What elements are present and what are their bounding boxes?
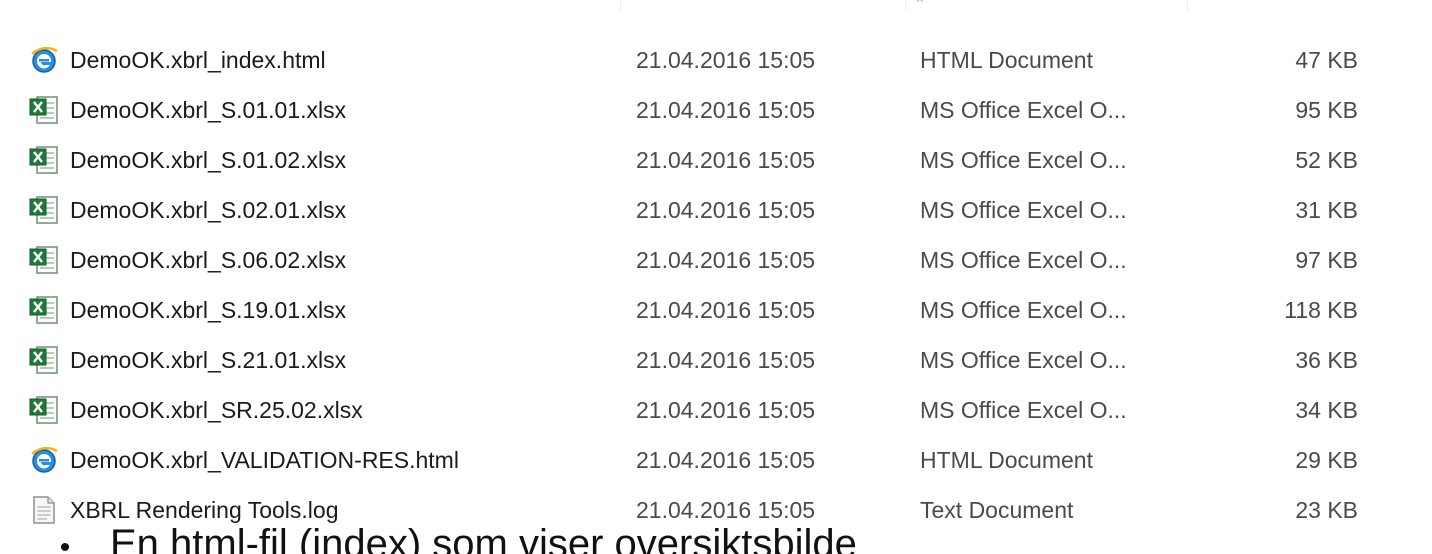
excel-file-icon — [28, 344, 60, 376]
excel-file-icon — [28, 394, 60, 426]
file-row[interactable]: DemoOK.xbrl_S.19.01.xlsx 21.04.2016 15:05… — [0, 285, 1432, 335]
column-header-separator[interactable] — [620, 0, 621, 10]
file-row[interactable]: DemoOK.xbrl_S.01.01.xlsx 21.04.2016 15:05… — [0, 85, 1432, 135]
file-type: MS Office Excel O... — [920, 397, 1127, 423]
file-size: 95 KB — [1295, 97, 1358, 123]
file-type: HTML Document — [920, 47, 1093, 73]
ie-html-icon — [28, 44, 60, 76]
file-size: 23 KB — [1295, 497, 1358, 523]
file-name: DemoOK.xbrl_SR.25.02.xlsx — [70, 397, 363, 423]
file-size: 31 KB — [1295, 197, 1358, 223]
file-name: DemoOK.xbrl_S.02.01.xlsx — [70, 197, 347, 223]
file-row[interactable]: DemoOK.xbrl_S.01.02.xlsx 21.04.2016 15:05… — [0, 135, 1432, 185]
file-date-modified: 21.04.2016 15:05 — [636, 47, 816, 73]
file-explorer-list-view: ^ DemoOK.xbrl_index.html 21.04.2016 15:05… — [0, 0, 1432, 530]
file-type: HTML Document — [920, 447, 1093, 473]
file-name: DemoOK.xbrl_S.21.01.xlsx — [70, 347, 347, 373]
file-type: MS Office Excel O... — [920, 347, 1127, 373]
column-header-strip: ^ — [0, 0, 1432, 10]
excel-file-icon — [28, 244, 60, 276]
file-date-modified: 21.04.2016 15:05 — [636, 247, 816, 273]
file-date-modified: 21.04.2016 15:05 — [636, 397, 816, 423]
file-type: Text Document — [920, 497, 1074, 523]
file-row[interactable]: DemoOK.xbrl_index.html 21.04.2016 15:05 HT… — [0, 35, 1432, 85]
file-row[interactable]: DemoOK.xbrl_S.21.01.xlsx 21.04.2016 15:05… — [0, 335, 1432, 385]
file-date-modified: 21.04.2016 15:05 — [636, 97, 816, 123]
sort-indicator-icon: ^ — [915, 0, 925, 9]
text-file-icon — [28, 494, 60, 526]
file-size: 36 KB — [1295, 347, 1358, 373]
excel-file-icon — [28, 294, 60, 326]
excel-file-icon — [28, 194, 60, 226]
file-size: 34 KB — [1295, 397, 1358, 423]
file-name: DemoOK.xbrl_S.19.01.xlsx — [70, 297, 347, 323]
bullet-point: • — [59, 531, 71, 554]
file-type: MS Office Excel O... — [920, 97, 1127, 123]
file-date-modified: 21.04.2016 15:05 — [636, 297, 816, 323]
caption-text: En html-fil (index) som viser oversiktsb… — [110, 522, 857, 554]
file-size: 97 KB — [1295, 247, 1358, 273]
file-type: MS Office Excel O... — [920, 197, 1127, 223]
file-date-modified: 21.04.2016 15:05 — [636, 147, 816, 173]
file-name: DemoOK.xbrl_S.01.02.xlsx — [70, 147, 347, 173]
file-name: DemoOK.xbrl_S.06.02.xlsx — [70, 247, 347, 273]
file-date-modified: 21.04.2016 15:05 — [636, 347, 816, 373]
file-size: 29 KB — [1295, 447, 1358, 473]
excel-file-icon — [28, 144, 60, 176]
file-row[interactable]: DemoOK.xbrl_VALIDATION-RES.html 21.04.201… — [0, 435, 1432, 485]
file-name: DemoOK.xbrl_S.01.01.xlsx — [70, 97, 347, 123]
file-size: 52 KB — [1295, 147, 1358, 173]
file-size: 118 KB — [1284, 297, 1358, 323]
file-type: MS Office Excel O... — [920, 297, 1127, 323]
file-date-modified: 21.04.2016 15:05 — [636, 447, 816, 473]
file-size: 47 KB — [1295, 47, 1358, 73]
file-name: DemoOK.xbrl_VALIDATION-RES.html — [70, 447, 459, 473]
slide-caption: • En html-fil (index) som viser oversikts… — [20, 524, 1420, 554]
file-name: DemoOK.xbrl_index.html — [70, 47, 326, 73]
file-type: MS Office Excel O... — [920, 147, 1127, 173]
ie-html-icon — [28, 444, 60, 476]
column-header-separator[interactable] — [1187, 0, 1188, 10]
file-row[interactable]: DemoOK.xbrl_S.06.02.xlsx 21.04.2016 15:05… — [0, 235, 1432, 285]
screenshot-page: ^ DemoOK.xbrl_index.html 21.04.2016 15:05… — [0, 0, 1432, 554]
excel-file-icon — [28, 94, 60, 126]
file-date-modified: 21.04.2016 15:05 — [636, 197, 816, 223]
file-list: DemoOK.xbrl_index.html 21.04.2016 15:05 HT… — [0, 35, 1432, 535]
file-row[interactable]: DemoOK.xbrl_SR.25.02.xlsx 21.04.2016 15:0… — [0, 385, 1432, 435]
file-type: MS Office Excel O... — [920, 247, 1127, 273]
file-row[interactable]: DemoOK.xbrl_S.02.01.xlsx 21.04.2016 15:05… — [0, 185, 1432, 235]
